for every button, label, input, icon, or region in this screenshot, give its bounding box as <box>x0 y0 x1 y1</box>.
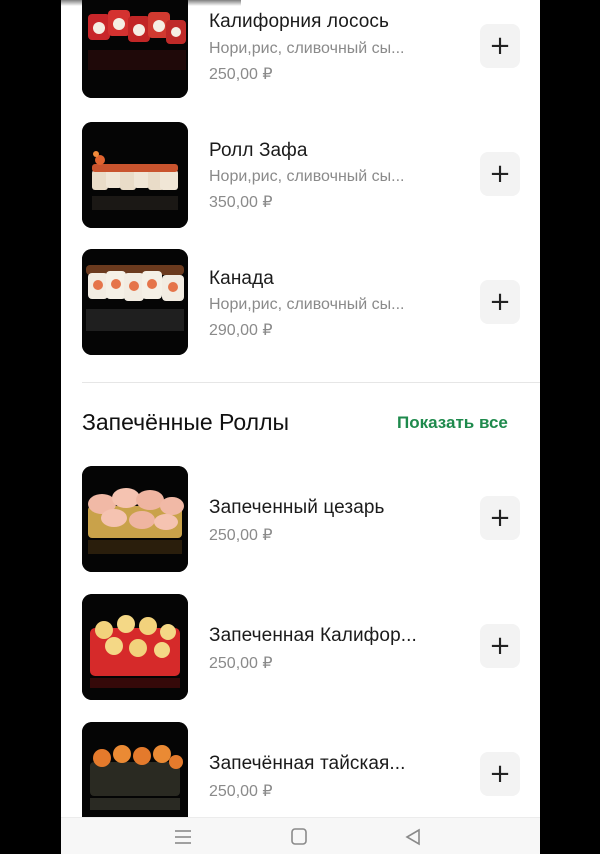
item-name: Запеченная Калифор... <box>209 625 417 646</box>
item-price: 250,00 ₽ <box>209 655 273 672</box>
list-item[interactable]: Калифорния лосось Нори,рис, сливочный сы… <box>61 0 540 110</box>
add-to-cart-button[interactable]: + <box>480 752 520 796</box>
add-to-cart-button[interactable]: + <box>480 280 520 324</box>
add-to-cart-button[interactable]: + <box>480 496 520 540</box>
food-image-baked-thai <box>82 722 188 828</box>
home-square-icon[interactable] <box>287 826 311 848</box>
item-name: Запечённая тайская... <box>209 753 406 774</box>
system-nav-bar <box>61 817 540 854</box>
food-image-roll-zafa <box>82 122 188 228</box>
item-description: Нори,рис, сливочный сы... <box>209 40 405 57</box>
plus-icon: + <box>489 631 511 661</box>
item-price: 350,00 ₽ <box>209 194 273 211</box>
food-image-california-salmon <box>82 0 188 98</box>
add-to-cart-button[interactable]: + <box>480 24 520 68</box>
phone-screen: Калифорния лосось Нори,рис, сливочный сы… <box>61 0 540 854</box>
item-price: 250,00 ₽ <box>209 66 273 83</box>
item-description: Нори,рис, сливочный сы... <box>209 168 405 185</box>
list-item[interactable]: Канада Нори,рис, сливочный сы... 290,00 … <box>61 248 540 358</box>
item-name: Канада <box>209 268 274 289</box>
list-item[interactable]: Ролл Зафа Нори,рис, сливочный сы... 350,… <box>61 120 540 230</box>
item-price: 250,00 ₽ <box>209 783 273 800</box>
plus-icon: + <box>489 31 511 61</box>
section-divider <box>82 382 540 383</box>
food-image-baked-california <box>82 594 188 700</box>
food-image-kanada <box>82 249 188 355</box>
item-name: Запеченный цезарь <box>209 497 385 518</box>
menu-icon[interactable] <box>171 826 195 848</box>
item-name: Калифорния лосось <box>209 11 390 32</box>
section-title: Запечённые Роллы <box>82 409 290 435</box>
item-price: 290,00 ₽ <box>209 322 273 339</box>
plus-icon: + <box>489 287 511 317</box>
item-description: Нори,рис, сливочный сы... <box>209 296 405 313</box>
back-triangle-icon[interactable] <box>401 826 425 848</box>
item-name: Ролл Зафа <box>209 140 308 161</box>
show-all-link[interactable]: Показать все <box>397 413 508 433</box>
list-item[interactable]: Запеченный цезарь 250,00 ₽ + <box>61 465 540 575</box>
add-to-cart-button[interactable]: + <box>480 624 520 668</box>
item-price: 250,00 ₽ <box>209 527 273 544</box>
list-item[interactable]: Запечённая тайская... 250,00 ₽ + <box>61 721 540 831</box>
plus-icon: + <box>489 759 511 789</box>
plus-icon: + <box>489 159 511 189</box>
plus-icon: + <box>489 503 511 533</box>
add-to-cart-button[interactable]: + <box>480 152 520 196</box>
food-image-baked-caesar <box>82 466 188 572</box>
list-item[interactable]: Запеченная Калифор... 250,00 ₽ + <box>61 593 540 703</box>
